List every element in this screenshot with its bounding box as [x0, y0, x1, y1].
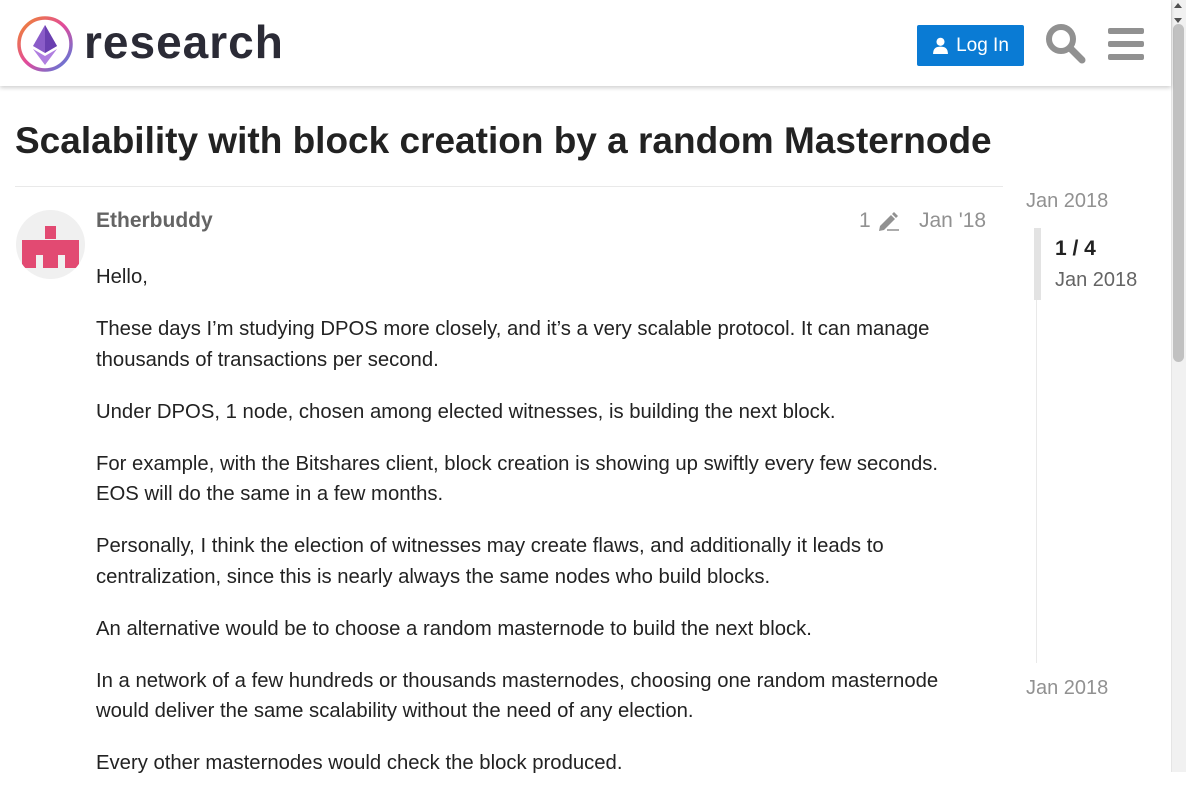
post-paragraph: An alternative would be to choose a rand…: [96, 617, 812, 640]
post-paragraph: These days I’m studying DPOS more closel…: [96, 318, 930, 371]
timeline-scroll-handle[interactable]: [1034, 228, 1041, 300]
post-paragraph: Every other masternodes would check the …: [96, 752, 623, 774]
login-label: Log In: [956, 34, 1009, 56]
user-avatar[interactable]: [16, 210, 85, 279]
hamburger-menu-icon[interactable]: [1106, 25, 1146, 63]
timeline-position: 1 / 4: [1055, 237, 1096, 260]
edit-count: 1: [859, 209, 871, 232]
post-date[interactable]: Jan '18: [919, 207, 986, 235]
pencil-icon: [878, 212, 899, 231]
scroll-down-arrow-icon[interactable]: [1174, 18, 1182, 23]
timeline-current-date: Jan 2018: [1055, 269, 1138, 291]
post-paragraph: In a network of a few hundreds or thousa…: [96, 669, 939, 723]
post-body: Hello, These days I’m studying DPOS more…: [96, 262, 966, 800]
post-paragraph: Hello,: [96, 266, 148, 288]
timeline-start-date[interactable]: Jan 2018: [1026, 188, 1108, 214]
topic-title[interactable]: Scalability with block creation by a ran…: [15, 118, 992, 164]
post-paragraph: For example, with the Bitshares client, …: [96, 452, 939, 506]
post-paragraph: Personally, I think the election of witn…: [96, 535, 884, 588]
edit-history-indicator[interactable]: 1: [859, 207, 900, 235]
search-icon[interactable]: [1044, 22, 1086, 64]
timeline-end-date[interactable]: Jan 2018: [1026, 675, 1108, 701]
site-header: research Log In: [0, 0, 1171, 86]
login-button[interactable]: Log In: [917, 25, 1024, 66]
site-name[interactable]: research: [84, 13, 284, 71]
site-logo[interactable]: [16, 15, 74, 73]
user-icon: [933, 37, 949, 54]
title-divider: [15, 186, 1003, 187]
post-paragraph: Under DPOS, 1 node, chosen among elected…: [96, 400, 836, 423]
post-username[interactable]: Etherbuddy: [96, 207, 213, 235]
scrollbar-thumb[interactable]: [1173, 24, 1184, 362]
scroll-up-arrow-icon[interactable]: [1174, 3, 1182, 8]
